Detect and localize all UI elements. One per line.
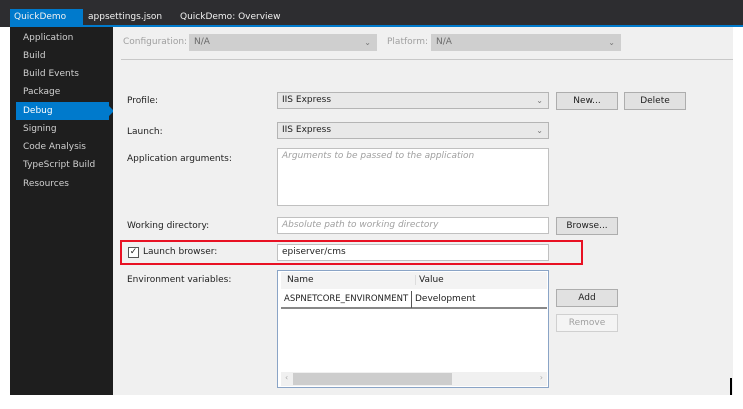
sidebar-item-signing[interactable]: Signing xyxy=(23,120,57,138)
working-directory-label: Working directory: xyxy=(127,221,210,231)
sidebar-item-code-analysis[interactable]: Code Analysis xyxy=(23,138,86,156)
env-name-cell[interactable]: ASPNETCORE_ENVIRONMENT xyxy=(284,294,408,304)
environment-variables-grid: Name Value ASPNETCORE_ENVIRONMENT Develo… xyxy=(277,270,549,388)
configuration-select: N/A ⌄ xyxy=(189,34,377,51)
profile-value: IIS Express xyxy=(282,95,332,105)
text-cursor xyxy=(730,378,732,395)
column-header-name[interactable]: Name xyxy=(287,275,314,285)
tab-overview[interactable]: QuickDemo: Overview xyxy=(176,9,284,25)
sidebar-item-typescript-build[interactable]: TypeScript Build xyxy=(23,156,95,174)
application-arguments-label: Application arguments: xyxy=(127,154,232,164)
scroll-left-icon[interactable]: ‹ xyxy=(285,373,288,382)
table-row[interactable]: ASPNETCORE_ENVIRONMENT Development xyxy=(281,291,547,309)
sidebar-item-resources[interactable]: Resources xyxy=(23,175,69,193)
tab-appsettings[interactable]: appsettings.json xyxy=(84,9,166,25)
tab-quickdemo[interactable]: QuickDemo ✕ xyxy=(10,9,83,38)
debug-page: Configuration: N/A ⌄ Platform: N/A ⌄ Profi… xyxy=(113,27,733,395)
browse-button[interactable]: Browse... xyxy=(556,217,618,235)
platform-select: N/A ⌄ xyxy=(431,34,621,51)
chevron-down-icon: ⌄ xyxy=(364,38,371,47)
sidebar-item-build[interactable]: Build xyxy=(23,47,46,65)
profile-label: Profile: xyxy=(127,96,159,106)
environment-variables-label: Environment variables: xyxy=(127,275,232,285)
sidebar-item-build-events[interactable]: Build Events xyxy=(23,65,79,83)
launch-browser-url-input[interactable]: episerver/cms xyxy=(277,244,549,261)
horizontal-scrollbar[interactable]: ‹ › xyxy=(281,372,547,386)
delete-profile-button[interactable]: Delete xyxy=(624,92,686,110)
sidebar: Application Build Build Events Package D… xyxy=(10,27,114,395)
platform-value: N/A xyxy=(436,37,452,47)
column-header-value[interactable]: Value xyxy=(415,275,444,285)
scrollbar-thumb[interactable] xyxy=(293,373,452,385)
launch-value: IIS Express xyxy=(282,125,332,135)
chevron-down-icon: ⌄ xyxy=(536,126,543,135)
tab-label: QuickDemo xyxy=(14,12,67,22)
launch-browser-label: Launch browser: xyxy=(143,247,218,257)
divider xyxy=(121,59,733,60)
sidebar-item-package[interactable]: Package xyxy=(23,83,60,101)
application-arguments-input[interactable]: Arguments to be passed to the applicatio… xyxy=(277,148,549,206)
launch-select[interactable]: IIS Express ⌄ xyxy=(277,122,549,139)
platform-label: Platform: xyxy=(387,37,428,47)
working-directory-input[interactable]: Absolute path to working directory xyxy=(277,217,549,234)
configuration-value: N/A xyxy=(194,37,210,47)
chevron-down-icon: ⌄ xyxy=(608,38,615,47)
chevron-down-icon: ⌄ xyxy=(536,96,543,105)
grid-header: Name Value xyxy=(281,272,547,289)
profile-select[interactable]: IIS Express ⌄ xyxy=(277,92,549,109)
sidebar-item-application[interactable]: Application xyxy=(23,29,73,47)
remove-variable-button[interactable]: Remove xyxy=(556,314,618,332)
configuration-label: Configuration: xyxy=(123,37,188,47)
scroll-right-icon[interactable]: › xyxy=(540,373,543,382)
new-profile-button[interactable]: New... xyxy=(556,92,618,110)
sidebar-item-debug[interactable]: Debug xyxy=(16,102,114,120)
add-variable-button[interactable]: Add xyxy=(556,289,618,307)
env-value-cell[interactable]: Development xyxy=(411,291,476,308)
launch-browser-checkbox[interactable]: ✓ xyxy=(128,247,139,258)
launch-label: Launch: xyxy=(127,127,163,137)
